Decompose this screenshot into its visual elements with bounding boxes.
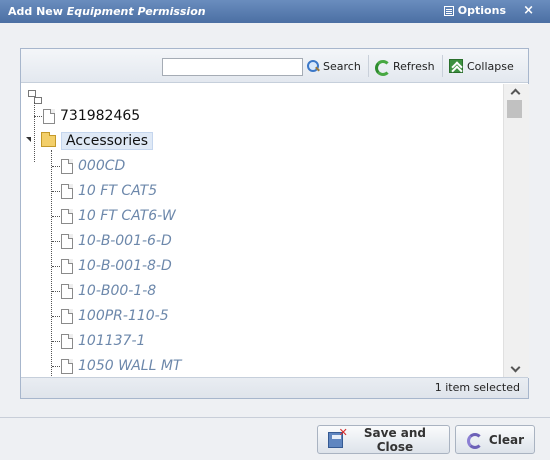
expand-toggle-icon[interactable] [26, 137, 32, 143]
close-button[interactable]: × [523, 3, 534, 18]
save-and-close-button[interactable]: Save and Close [317, 425, 450, 454]
tree-guide-line [51, 150, 52, 378]
save-and-close-label: Save and Close [363, 425, 426, 454]
tree-toolbar: Search Refresh Collapse [21, 49, 528, 83]
window-title-emphasis: Equipment Permission [66, 5, 206, 18]
tree-leaf[interactable]: 101137-1 [61, 330, 145, 352]
dialog-footer: Save and Close Clear [0, 418, 550, 460]
tree-connector [52, 366, 60, 367]
clear-icon [466, 432, 483, 449]
search-icon [307, 60, 319, 72]
document-icon [61, 183, 73, 199]
document-icon [43, 108, 55, 124]
save-close-icon [328, 426, 348, 448]
tree-node-label: Accessories [61, 132, 154, 150]
folder-icon [41, 132, 56, 147]
document-icon [61, 308, 73, 324]
document-icon [61, 208, 73, 224]
tree-root-icon [28, 90, 42, 104]
tree-connector [52, 291, 60, 292]
scroll-thumb[interactable] [507, 100, 522, 118]
tree-guide-line [34, 102, 35, 162]
collapse-label: Collapse [467, 59, 514, 73]
scroll-up-icon[interactable] [511, 88, 521, 96]
toolbar-divider [442, 55, 443, 77]
tree-node-label: 731982465 [60, 108, 141, 124]
window-titlebar: Add New Equipment Permission Options × [0, 0, 550, 23]
tree-connector [34, 116, 42, 117]
tree-leaf[interactable]: 1050 WALL MT [61, 355, 181, 377]
tree-node-folder[interactable]: Accessories [41, 130, 154, 152]
options-label: Options [457, 4, 506, 17]
tree-connector [52, 191, 60, 192]
options-button[interactable]: Options [443, 4, 506, 17]
document-icon [61, 333, 73, 349]
refresh-button[interactable]: Refresh [374, 55, 435, 77]
tree-node-top[interactable]: 731982465 [43, 105, 140, 127]
tree-leaf[interactable]: 100PR-110-5 [61, 305, 169, 327]
clear-label: Clear [488, 432, 524, 447]
document-icon [61, 158, 73, 174]
collapse-button[interactable]: Collapse [449, 55, 514, 77]
selection-status: 1 item selected [21, 377, 528, 398]
tree-leaf-label: 1050 WALL MT [78, 358, 182, 374]
tree-connector [52, 166, 60, 167]
tree-leaf-label: 000CD [78, 158, 126, 174]
tree-panel: Search Refresh Collapse 731982465 Access… [20, 48, 529, 399]
document-icon [61, 233, 73, 249]
toolbar-divider [368, 55, 369, 77]
refresh-icon [374, 59, 391, 76]
tree-connector [52, 316, 60, 317]
search-label: Search [323, 59, 361, 73]
tree-leaf-label: 10 FT CAT5 [78, 183, 158, 199]
tree-leaf[interactable]: 000CD [61, 155, 125, 177]
tree-leaf-label: 10-B-001-8-D [78, 258, 172, 274]
tree-leaf[interactable]: 10 FT CAT5 [61, 180, 157, 202]
tree-leaf-label: 10-B-001-6-D [78, 233, 172, 249]
tree-connector [52, 241, 60, 242]
tree-leaf[interactable]: 10-B-001-6-D [61, 230, 172, 252]
scroll-down-icon[interactable] [511, 364, 521, 372]
tree-leaf[interactable]: 10-B00-1-8 [61, 280, 156, 302]
search-button[interactable]: Search [307, 55, 361, 77]
clear-button[interactable]: Clear [455, 425, 535, 454]
collapse-icon [449, 59, 463, 73]
tree-leaf[interactable]: 10-B-001-8-D [61, 255, 172, 277]
document-icon [61, 283, 73, 299]
document-icon [61, 258, 73, 274]
refresh-label: Refresh [393, 59, 435, 73]
tree-connector [52, 266, 60, 267]
search-input[interactable] [162, 58, 303, 76]
options-list-icon [443, 5, 454, 16]
tree-leaf-label: 100PR-110-5 [78, 308, 169, 324]
tree-connector [52, 216, 60, 217]
tree-leaf-label: 10 FT CAT6-W [78, 208, 176, 224]
window-title-prefix: Add New [8, 5, 67, 18]
tree-leaf-label: 101137-1 [78, 333, 146, 349]
tree-scrollbar[interactable] [503, 84, 529, 378]
tree-leaf-label: 10-B00-1-8 [78, 283, 157, 299]
document-icon [61, 358, 73, 374]
window-title: Add New Equipment Permission [0, 5, 206, 18]
tree-connector [52, 341, 60, 342]
tree-leaf[interactable]: 10 FT CAT6-W [61, 205, 176, 227]
equipment-tree: 731982465 Accessories 000CD 10 FT CAT5 1… [21, 84, 503, 378]
